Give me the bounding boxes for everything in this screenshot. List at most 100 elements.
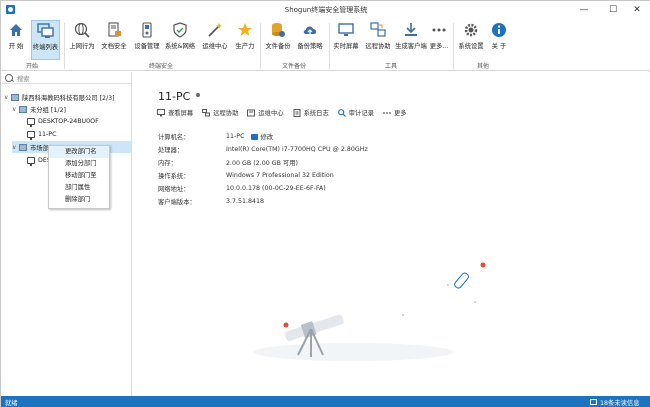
search-icon xyxy=(5,74,13,82)
tree-node-label: 11-PC xyxy=(38,130,57,138)
realtime-screen-label: 实时屏幕 xyxy=(333,43,359,50)
tree-node-pc[interactable]: DESKTOP-24BU0OF xyxy=(27,115,99,127)
terminal-list-button[interactable]: 终端列表 xyxy=(31,20,60,60)
more-dots-icon xyxy=(430,21,448,39)
globe-search-icon xyxy=(73,21,91,39)
collapse-arrow-icon[interactable]: ∨ xyxy=(4,94,11,101)
document-security-label: 文档安全 xyxy=(101,43,127,50)
audit-record-action[interactable]: 审计记录 xyxy=(337,108,374,117)
generate-client-label: 生成客户端 xyxy=(395,43,427,50)
context-menu: 更改部门名 添加分部门 移动部门至 部门属性 删除部门 xyxy=(48,145,110,209)
collapse-arrow-icon[interactable]: ∨ xyxy=(12,144,19,151)
computer-offline-icon xyxy=(27,130,35,140)
tree-node-company[interactable]: ∨ 陕西科海教码科技有限公司 [2/3] xyxy=(4,91,115,103)
group-icon xyxy=(19,143,27,151)
action-label: 审计记录 xyxy=(348,110,374,117)
minimize-button[interactable]: — xyxy=(570,1,598,19)
menu-item-delete-dept[interactable]: 删除部门 xyxy=(49,194,109,206)
info-row: 客户端版本： 3.7.51.8418 xyxy=(158,195,368,208)
gear-icon xyxy=(462,21,480,39)
edit-label: 修改 xyxy=(260,134,274,141)
window-title: Shogun终端安全管理系统 xyxy=(284,6,368,14)
organization-icon xyxy=(11,93,19,101)
magic-wand-icon xyxy=(206,21,224,39)
remote-assist-action[interactable]: 远程协助 xyxy=(202,108,238,117)
unread-messages[interactable]: 18条未读信息 xyxy=(590,398,640,407)
system-settings-label: 系统设置 xyxy=(458,43,484,50)
search-input[interactable]: 搜索 xyxy=(17,74,30,83)
ops-center-action[interactable]: 运维中心 xyxy=(247,108,284,117)
close-button[interactable]: ✕ xyxy=(623,1,650,19)
system-settings-button[interactable]: 系统设置 xyxy=(456,20,486,52)
terminal-list-label: 终端列表 xyxy=(32,44,59,51)
more-tools-button[interactable]: 更多... xyxy=(429,20,449,52)
monitor-icon xyxy=(337,21,355,39)
generate-client-button[interactable]: 生成客户端 xyxy=(394,20,428,52)
tree-node-label: 陕西科海教码科技有限公司 [2/3] xyxy=(22,94,115,102)
info-key: 处理器： xyxy=(158,147,184,154)
remote-screens-icon xyxy=(369,21,387,39)
menu-item-move-dept[interactable]: 移动部门至 xyxy=(49,170,109,182)
action-label: 更多 xyxy=(393,110,407,117)
tree-node-ungrouped[interactable]: ∨ 未分组 [1/2] xyxy=(12,103,66,115)
document-security-button[interactable]: 文档安全 xyxy=(99,20,129,52)
info-key: 客户端版本： xyxy=(158,199,196,206)
more-action[interactable]: 更多 xyxy=(383,108,407,117)
system-log-action[interactable]: 系统日志 xyxy=(293,108,329,117)
action-label: 运维中心 xyxy=(258,110,284,117)
start-label: 开 始 xyxy=(8,43,24,50)
cloud-upload-icon xyxy=(301,21,319,39)
computer-info: 计算机名： 11-PC 修改 处理器： Intel(R) Core(TM) i7-77… xyxy=(158,130,368,208)
web-behavior-label: 上网行为 xyxy=(69,43,95,50)
download-icon xyxy=(402,21,420,39)
file-backup-button[interactable]: 文件备份 xyxy=(263,20,293,52)
backup-policy-button[interactable]: 备份策略 xyxy=(295,20,325,52)
info-row: 处理器： Intel(R) Core(TM) i7-7700HQ CPU @ 2.… xyxy=(158,143,368,156)
edit-icon xyxy=(251,133,259,140)
system-network-button[interactable]: 系统&网络 xyxy=(164,20,196,52)
menu-item-dept-properties[interactable]: 部门属性 xyxy=(49,182,109,194)
backup-policy-label: 备份策略 xyxy=(297,43,323,50)
info-value: Windows 7 Professional 32 Edition xyxy=(226,172,334,179)
monitor-list-icon xyxy=(37,22,55,40)
web-behavior-button[interactable]: 上网行为 xyxy=(67,20,97,52)
ops-icon xyxy=(247,109,256,117)
ops-center-button[interactable]: 运维中心 xyxy=(199,20,231,52)
status-dot xyxy=(196,93,200,97)
group-others-label: 其他 xyxy=(476,63,489,70)
message-icon xyxy=(590,399,597,405)
start-button[interactable]: 开 始 xyxy=(4,20,28,52)
device-management-button[interactable]: 设备管理 xyxy=(132,20,162,52)
database-icon xyxy=(269,21,287,39)
detail-panel: 11-PC 查看屏幕 远程协助 运维中心 系统日志 审计记录 更多 计算机名： 1… xyxy=(133,72,650,396)
info-value: 10.0.0.178 (00-0C-29-EE-6F-FA) xyxy=(226,185,326,192)
computer-name-title: 11-PC xyxy=(158,90,191,103)
edit-name-button[interactable]: 修改 xyxy=(251,132,273,141)
search-box[interactable]: 搜索 xyxy=(2,73,131,84)
terminal-tree-panel: 搜索 ∨ 陕西科海教码科技有限公司 [2/3] ∨ 未分组 [1/2] DESK… xyxy=(1,72,132,396)
group-files-label: 文件备份 xyxy=(281,63,306,70)
menu-item-rename-dept[interactable]: 更改部门名 xyxy=(49,146,109,158)
remote-assist-button[interactable]: 远程协助 xyxy=(363,20,393,52)
monitor-icon xyxy=(157,108,165,117)
view-screen-action[interactable]: 查看屏幕 xyxy=(157,108,193,117)
tree-node-label: 市场部 xyxy=(30,144,49,152)
telescope-illustration xyxy=(253,262,486,361)
menu-item-add-subdept[interactable]: 添加分部门 xyxy=(49,158,109,170)
more-dots-icon xyxy=(383,109,391,117)
group-security-label: 终端安全 xyxy=(148,63,173,70)
info-row: 内存： 2.00 GB (2.00 GB 可用) xyxy=(158,156,368,169)
device-icon xyxy=(138,21,156,39)
app-window: Shogun终端安全管理系统 — ☐ ✕ 开 始 终端列表 上网行为 文档安全 … xyxy=(0,0,650,407)
collapse-arrow-icon[interactable]: ∨ xyxy=(12,106,19,113)
about-label: 关 于 xyxy=(491,43,507,50)
ops-center-label: 运维中心 xyxy=(202,43,228,50)
action-label: 远程协助 xyxy=(213,110,239,117)
about-button[interactable]: 关 于 xyxy=(488,20,510,52)
ribbon-toolbar: 开 始 终端列表 上网行为 文档安全 设备管理 系统&网络 运维中心 生产力 文… xyxy=(1,19,650,71)
realtime-screen-button[interactable]: 实时屏幕 xyxy=(331,20,361,52)
productivity-button[interactable]: 生产力 xyxy=(233,20,257,52)
tree-node-label: 未分组 [1/2] xyxy=(30,106,66,114)
tree-node-pc[interactable]: 11-PC xyxy=(27,128,56,140)
info-icon xyxy=(490,21,508,39)
